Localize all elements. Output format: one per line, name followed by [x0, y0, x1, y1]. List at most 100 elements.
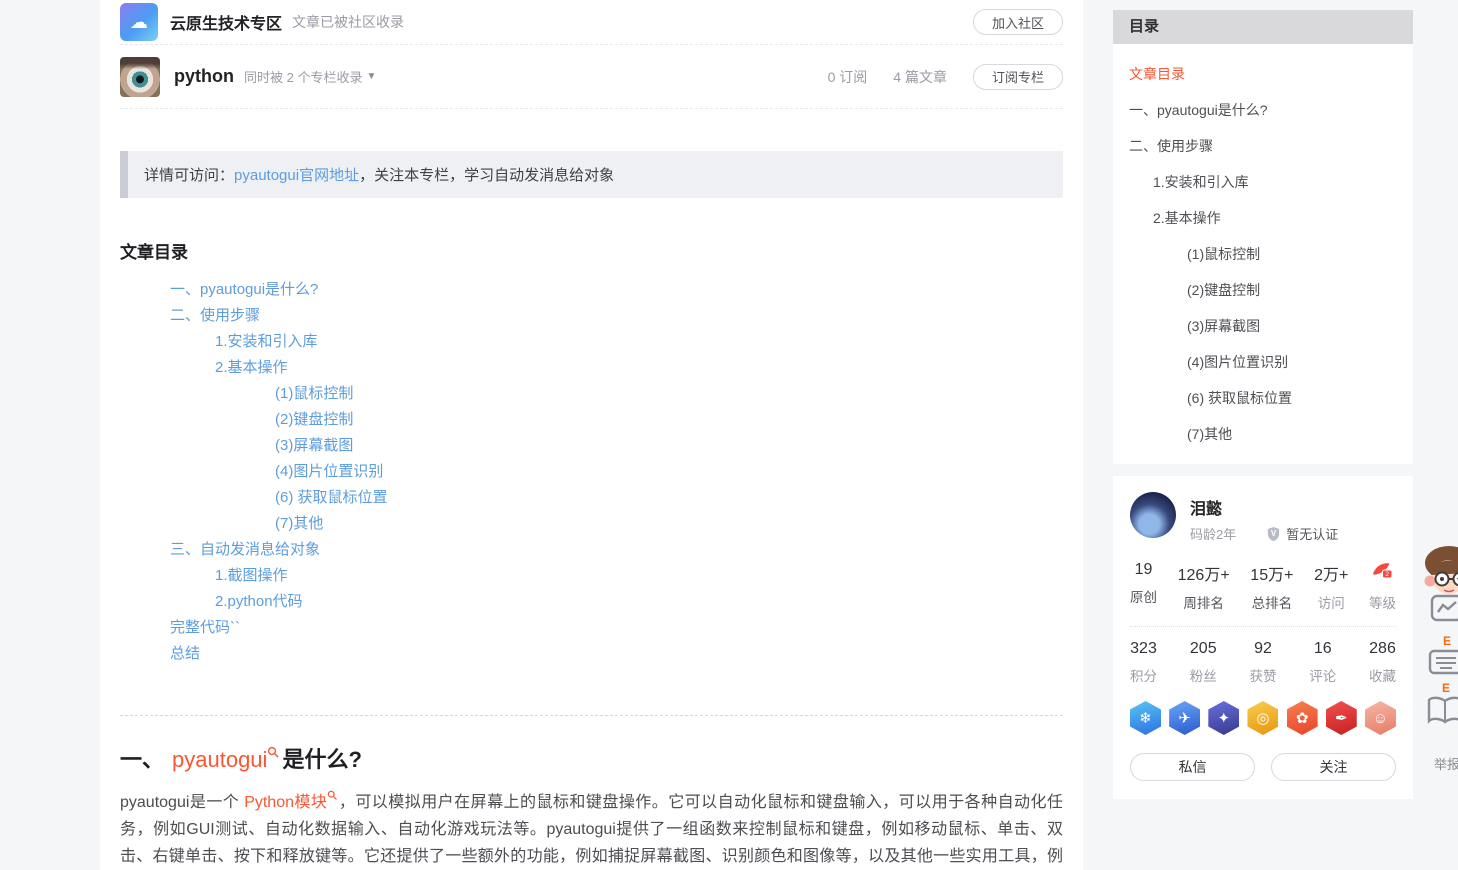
- article-paragraph: pyautogui是一个 Python模块 ，可以模拟用户在屏幕上的鼠标和键盘操作…: [120, 789, 1063, 870]
- private-message-button[interactable]: 私信: [1130, 753, 1255, 781]
- profile-header: 泪懿 码龄2年 V 暂无认证: [1130, 492, 1396, 543]
- quote-suffix: ，关注本专栏，学习自动发消息给对象: [359, 167, 615, 184]
- toc-link[interactable]: (3)屏幕截图: [275, 437, 353, 454]
- heading-suffix: 是什么?: [282, 747, 362, 772]
- stat-fans[interactable]: 205 粉丝: [1190, 640, 1217, 685]
- cert-label: 暂无认证: [1286, 527, 1339, 542]
- stat-original[interactable]: 19 原创: [1130, 561, 1157, 612]
- toc-link[interactable]: (1)鼠标控制: [275, 385, 353, 402]
- toc-link[interactable]: 三、自动发消息给对象: [170, 541, 320, 558]
- stat-level[interactable]: 2 等级: [1369, 561, 1396, 612]
- sidebar-toc-item[interactable]: (6) 获取鼠标位置: [1129, 380, 1397, 416]
- badge-iceberg-icon[interactable]: ❄: [1130, 701, 1161, 735]
- para-prefix: pyautogui是一个: [120, 794, 245, 811]
- toc-link[interactable]: (6) 获取鼠标位置: [275, 489, 388, 506]
- medal-badges-row: ❄ ✈ ✦ ◎ ✿ ✒ ☺: [1130, 701, 1396, 735]
- badge-pen-nib-icon[interactable]: ✒: [1325, 701, 1357, 735]
- keyboard-tool-icon[interactable]: [1428, 648, 1458, 681]
- badge-rocket-icon[interactable]: ✦: [1208, 701, 1240, 735]
- stat-week-rank[interactable]: 126万+ 周排名: [1178, 561, 1230, 612]
- badge-fox-book-icon[interactable]: ✿: [1286, 701, 1318, 735]
- pyautogui-site-link[interactable]: pyautogui官网地址: [234, 167, 359, 184]
- stat-comments[interactable]: 16 评论: [1309, 640, 1336, 685]
- badge-paper-plane-icon[interactable]: ✈: [1169, 701, 1201, 735]
- stat-favorites[interactable]: 286 收藏: [1369, 640, 1396, 685]
- sidebar-toc-item[interactable]: (7)其他: [1129, 416, 1397, 452]
- search-keyword-icon[interactable]: [327, 790, 338, 801]
- shield-v-icon: V: [1268, 526, 1280, 541]
- new-feature-badge: E: [1442, 681, 1451, 695]
- toc-link[interactable]: 2.基本操作: [215, 359, 288, 376]
- toc-item: (6) 获取鼠标位置: [120, 485, 1063, 511]
- stat-points[interactable]: 323 积分: [1130, 640, 1157, 685]
- article-main-card: ☁ 云原生技术专区 文章已被社区收录 加入社区 python 同时被 2 个专栏…: [100, 0, 1083, 870]
- sidebar-toc-item[interactable]: 1.安装和引入库: [1129, 164, 1397, 200]
- heading-keyword[interactable]: pyautogui: [172, 747, 267, 772]
- directory-list: 文章目录 一、pyautogui是什么? 二、使用步骤 1.安装和引入库 2.基…: [1113, 44, 1413, 452]
- toc-link[interactable]: 2.python代码: [215, 593, 303, 610]
- toc-link[interactable]: 1.安装和引入库: [215, 333, 318, 350]
- community-row: ☁ 云原生技术专区 文章已被社区收录 加入社区: [120, 0, 1063, 45]
- badge-monkey-icon[interactable]: ☺: [1364, 701, 1396, 735]
- stats-row-2: 323 积分 205 粉丝 92 获赞 16 评论 286 收藏: [1130, 640, 1396, 685]
- chevron-down-icon[interactable]: ▼: [366, 71, 376, 82]
- profile-buttons: 私信 关注: [1130, 753, 1396, 781]
- community-title[interactable]: 云原生技术专区: [170, 10, 282, 34]
- toc-link[interactable]: (2)键盘控制: [275, 411, 353, 428]
- toc-item: 1.截图操作: [120, 563, 1063, 589]
- toc-item: 三、自动发消息给对象: [120, 537, 1063, 563]
- stat-total-rank[interactable]: 15万+ 总排名: [1250, 561, 1293, 612]
- article-count: 4 篇文章: [893, 68, 947, 85]
- column-avatar[interactable]: [120, 56, 160, 97]
- article-toc: 文章目录 一、pyautogui是什么? 二、使用步骤 1.安装和引入库 2.基…: [120, 238, 1063, 667]
- column-meta[interactable]: 同时被 2 个专栏收录: [244, 67, 362, 86]
- author-avatar[interactable]: [1130, 492, 1176, 538]
- sidebar-toc-item[interactable]: (2)键盘控制: [1129, 272, 1397, 308]
- article-quote-block: 详情可访问：pyautogui官网地址，关注本专栏，学习自动发消息给对象: [120, 151, 1063, 198]
- toc-item: (1)鼠标控制: [120, 381, 1063, 407]
- toc-item: (4)图片位置识别: [120, 459, 1063, 485]
- article-toc-list: 一、pyautogui是什么? 二、使用步骤 1.安装和引入库 2.基本操作 (…: [120, 277, 1063, 667]
- book-tool-icon[interactable]: [1426, 695, 1458, 732]
- sidebar-toc-item-active[interactable]: 文章目录: [1129, 56, 1397, 92]
- join-community-button[interactable]: 加入社区: [972, 9, 1063, 35]
- stat-likes[interactable]: 92 获赞: [1250, 640, 1277, 685]
- toc-item: (7)其他: [120, 511, 1063, 537]
- search-keyword-icon[interactable]: [267, 746, 280, 759]
- stats-row-1: 19 原创 126万+ 周排名 15万+ 总排名 2万+ 访问 2 等级: [1130, 561, 1396, 612]
- toc-link[interactable]: 1.截图操作: [215, 567, 288, 584]
- toc-item: 完整代码``: [120, 615, 1063, 641]
- sidebar-toc-item[interactable]: (4)图片位置识别: [1129, 344, 1397, 380]
- dotted-divider: [1130, 626, 1396, 627]
- sidebar-toc-item[interactable]: 一、pyautogui是什么?: [1129, 92, 1397, 128]
- toc-link[interactable]: (4)图片位置识别: [275, 463, 383, 480]
- sidebar-toc-item[interactable]: 二、使用步骤: [1129, 128, 1397, 164]
- toc-link[interactable]: 完整代码``: [170, 619, 240, 636]
- community-note: 文章已被社区收录: [292, 14, 405, 30]
- column-name[interactable]: python: [174, 66, 234, 87]
- sidebar-toc-item[interactable]: (1)鼠标控制: [1129, 236, 1397, 272]
- toc-link[interactable]: 一、pyautogui是什么?: [170, 281, 318, 298]
- toc-link[interactable]: 二、使用步骤: [170, 307, 260, 324]
- report-link[interactable]: 举报: [1434, 754, 1458, 773]
- author-profile-card: 泪懿 码龄2年 V 暂无认证 19 原创 126万+ 周排名 15万+ 总排名 …: [1113, 476, 1413, 799]
- author-name[interactable]: 泪懿: [1190, 495, 1396, 519]
- toc-item: 总结: [120, 641, 1063, 667]
- community-k8s-icon[interactable]: ☁: [120, 3, 158, 41]
- sidebar-toc-item[interactable]: (3)屏幕截图: [1129, 308, 1397, 344]
- svg-text:V: V: [1271, 528, 1277, 537]
- chart-tool-icon[interactable]: [1430, 594, 1458, 629]
- badge-target-icon[interactable]: ◎: [1247, 701, 1279, 735]
- toc-item: 二、使用步骤: [120, 303, 1063, 329]
- code-age: 码龄2年: [1190, 527, 1237, 542]
- sidebar-toc-item[interactable]: 2.基本操作: [1129, 200, 1397, 236]
- stat-visits[interactable]: 2万+ 访问: [1314, 561, 1348, 612]
- toc-link[interactable]: (7)其他: [275, 515, 323, 532]
- toc-item: (3)屏幕截图: [120, 433, 1063, 459]
- subscribe-column-button[interactable]: 订阅专栏: [972, 63, 1063, 90]
- new-feature-badge: E: [1443, 634, 1452, 648]
- toc-link[interactable]: 总结: [170, 645, 200, 662]
- python-module-link[interactable]: Python模块: [244, 794, 327, 811]
- follow-button[interactable]: 关注: [1271, 753, 1396, 781]
- column-row: python 同时被 2 个专栏收录 ▼ 0 订阅 4 篇文章 订阅专栏: [120, 45, 1063, 109]
